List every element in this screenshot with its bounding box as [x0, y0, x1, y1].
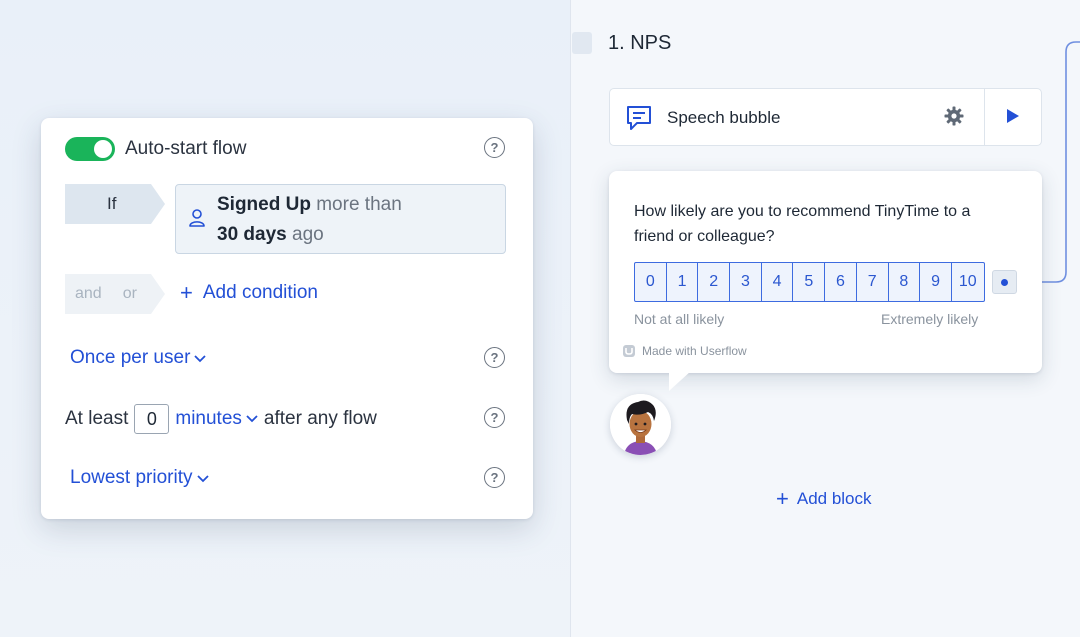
toggle-knob: [94, 140, 112, 158]
priority-label: Lowest priority: [70, 467, 193, 488]
made-with-badge[interactable]: Made with Userflow: [622, 344, 747, 358]
atleast-suffix: after any flow: [263, 408, 377, 429]
nps-option[interactable]: 8: [889, 263, 921, 301]
nps-option[interactable]: 1: [667, 263, 699, 301]
nps-question: How likely are you to recommend TinyTime…: [634, 203, 971, 245]
speech-bubble-block[interactable]: Speech bubble: [609, 88, 1042, 146]
autostart-label: Auto-start flow: [125, 138, 247, 159]
plus-icon: +: [180, 280, 193, 305]
scale-low-label: Not at all likely: [634, 311, 725, 327]
condition-line-1: Signed Up more than: [217, 194, 402, 216]
condition-comparator: more than: [316, 194, 402, 215]
speech-bubble-icon: [627, 106, 651, 130]
add-condition-label: Add condition: [202, 282, 319, 303]
nps-option[interactable]: 10: [952, 263, 984, 301]
priority-dropdown[interactable]: Lowest priority: [70, 467, 209, 489]
condition-line-2: 30 days ago: [217, 224, 324, 246]
step-handle[interactable]: [572, 32, 592, 54]
nps-option[interactable]: 5: [793, 263, 826, 301]
priority-help-icon[interactable]: ?: [484, 467, 505, 488]
condition-suffix: ago: [292, 224, 324, 245]
and-or-chip[interactable]: and or: [65, 274, 165, 314]
plus-icon: +: [776, 486, 789, 511]
and-option[interactable]: and: [75, 285, 102, 303]
add-condition-button[interactable]: + Add condition: [180, 282, 318, 304]
wait-row: At least 0 minutes after any flow: [65, 404, 377, 434]
made-with-label: Made with Userflow: [642, 344, 747, 358]
atleast-prefix: At least: [65, 408, 129, 429]
block-label: Speech bubble: [667, 108, 781, 127]
userflow-logo-icon: [623, 345, 635, 357]
if-chip: If: [65, 184, 165, 224]
autostart-help-icon[interactable]: ?: [484, 137, 505, 158]
frequency-dropdown[interactable]: Once per user: [70, 347, 207, 369]
step-title: 1. NPS: [608, 32, 672, 54]
user-icon: [189, 209, 205, 227]
wait-unit-label: minutes: [175, 408, 242, 429]
trigger-settings-card: Auto-start flow ? If Signed Up more than…: [41, 118, 533, 519]
nps-option[interactable]: 7: [857, 263, 889, 301]
autostart-toggle[interactable]: [65, 137, 115, 161]
nps-speech-bubble: How likely are you to recommend TinyTime…: [609, 171, 1042, 373]
wait-help-icon[interactable]: ?: [484, 407, 505, 428]
chevron-down-icon: [194, 355, 207, 363]
nps-option[interactable]: 2: [698, 263, 731, 301]
frequency-label: Once per user: [70, 347, 191, 368]
add-block-button[interactable]: + Add block: [776, 488, 872, 510]
gear-icon[interactable]: [944, 106, 964, 126]
condition-amount: 30 days: [217, 224, 287, 245]
nps-option[interactable]: 9: [920, 263, 952, 301]
condition-event: Signed Up: [217, 194, 311, 215]
branch-port[interactable]: [992, 270, 1017, 294]
play-icon[interactable]: [1006, 108, 1020, 124]
wait-unit-dropdown[interactable]: minutes: [175, 408, 258, 430]
scale-high-label: Extremely likely: [881, 311, 979, 327]
chevron-down-icon: [196, 475, 209, 483]
wait-amount-input[interactable]: 0: [134, 404, 170, 434]
bubble-tail: [669, 371, 691, 391]
avatar: [610, 394, 671, 455]
nps-option[interactable]: 6: [825, 263, 857, 301]
or-option[interactable]: or: [123, 285, 137, 303]
nps-option[interactable]: 0: [635, 263, 667, 301]
nps-scale: 0 1 2 3 4 5 6 7 8 9 10: [634, 262, 985, 302]
chevron-down-icon: [246, 415, 258, 423]
nps-option[interactable]: 4: [762, 263, 794, 301]
nps-option[interactable]: 3: [730, 263, 762, 301]
condition-box[interactable]: Signed Up more than 30 days ago: [175, 184, 506, 254]
frequency-help-icon[interactable]: ?: [484, 347, 505, 368]
port-dot: [1001, 279, 1008, 286]
avatar-illustration: [610, 394, 671, 455]
block-divider: [984, 89, 985, 145]
add-block-label: Add block: [796, 489, 872, 508]
